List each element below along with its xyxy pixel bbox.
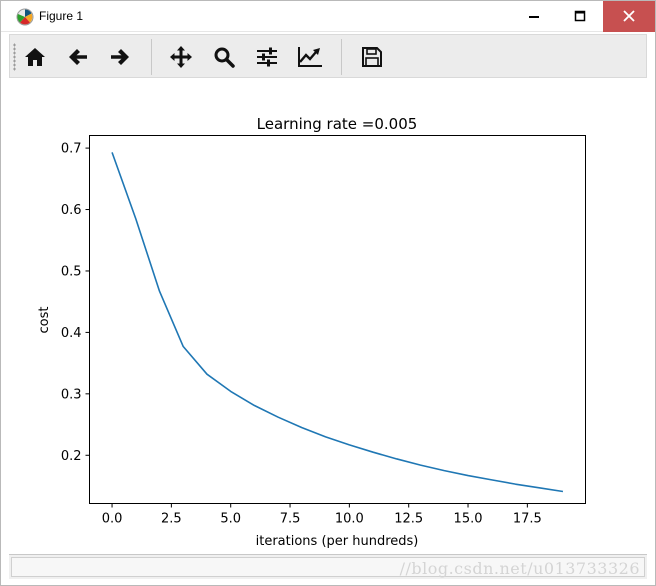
window-title: Figure 1 bbox=[39, 9, 84, 23]
x-axis: 0.0 2.5 5.0 7.5 10.0 12.5 15.0 17.5 bbox=[102, 503, 542, 527]
forward-arrow-icon bbox=[111, 49, 129, 65]
y-tick-label: 0.7 bbox=[61, 142, 82, 157]
zoom-button[interactable] bbox=[208, 41, 240, 73]
maximize-button[interactable] bbox=[557, 1, 603, 32]
line-chart: Learning rate =0.005 0.0 2.5 5.0 7.5 10.0 12.… bbox=[37, 115, 586, 549]
axes-frame bbox=[89, 135, 586, 504]
toolbar-separator bbox=[341, 39, 342, 75]
toolbar-separator bbox=[151, 39, 152, 75]
home-button[interactable] bbox=[19, 41, 51, 73]
x-tick-label: 2.5 bbox=[161, 512, 182, 527]
x-tick-label: 10.0 bbox=[335, 512, 364, 527]
minimize-button[interactable] bbox=[511, 1, 557, 32]
series-line bbox=[111, 152, 564, 493]
matplotlib-logo-icon bbox=[16, 8, 34, 26]
edit-axis-button[interactable] bbox=[294, 41, 326, 73]
close-button[interactable] bbox=[603, 1, 655, 32]
zoom-magnifier-icon bbox=[214, 47, 235, 68]
status-message-area: //blog.csdn.net/u013733326 bbox=[11, 557, 645, 578]
y-tick-label: 0.2 bbox=[61, 449, 82, 464]
figure-canvas[interactable]: Learning rate =0.005 0.0 2.5 5.0 7.5 10.0 12.… bbox=[9, 80, 647, 552]
minimize-icon bbox=[529, 16, 539, 18]
x-tick-label: 5.0 bbox=[220, 512, 241, 527]
title-bar[interactable]: Figure 1 bbox=[1, 1, 655, 32]
y-axis: 0.2 0.3 0.4 0.5 0.6 0.7 bbox=[61, 142, 90, 464]
maximize-icon bbox=[574, 10, 586, 22]
save-button[interactable] bbox=[356, 41, 388, 73]
figure-window: Figure 1 Learning rate =0.005 0.0 2.5 5.… bbox=[0, 0, 656, 586]
back-button[interactable] bbox=[62, 41, 94, 73]
pan-move-icon bbox=[170, 46, 192, 68]
y-tick-label: 0.3 bbox=[61, 387, 82, 402]
y-tick-label: 0.4 bbox=[61, 326, 82, 341]
y-tick-label: 0.5 bbox=[61, 264, 82, 279]
configure-subplots-icon bbox=[257, 47, 277, 67]
y-axis-label: cost bbox=[37, 307, 52, 334]
x-tick-label: 17.5 bbox=[513, 512, 542, 527]
navigation-toolbar bbox=[9, 34, 647, 78]
close-icon bbox=[623, 10, 635, 22]
x-tick-label: 7.5 bbox=[280, 512, 301, 527]
x-axis-label: iterations (per hundreds) bbox=[256, 534, 419, 549]
chart-title: Learning rate =0.005 bbox=[257, 115, 418, 133]
back-arrow-icon bbox=[69, 49, 87, 65]
status-bar: //blog.csdn.net/u013733326 bbox=[9, 554, 647, 579]
y-tick-label: 0.6 bbox=[61, 203, 82, 218]
x-tick-label: 12.5 bbox=[394, 512, 423, 527]
pan-button[interactable] bbox=[165, 41, 197, 73]
toolbar-grip[interactable] bbox=[13, 43, 16, 71]
configure-subplots-button[interactable] bbox=[251, 41, 283, 73]
home-icon bbox=[25, 48, 45, 66]
forward-button[interactable] bbox=[104, 41, 136, 73]
x-tick-label: 0.0 bbox=[102, 512, 123, 527]
x-tick-label: 15.0 bbox=[454, 512, 483, 527]
save-floppy-icon bbox=[362, 47, 382, 67]
edit-axis-icon bbox=[298, 47, 322, 67]
plot-marks bbox=[111, 152, 564, 493]
watermark-text: //blog.csdn.net/u013733326 bbox=[399, 559, 640, 578]
